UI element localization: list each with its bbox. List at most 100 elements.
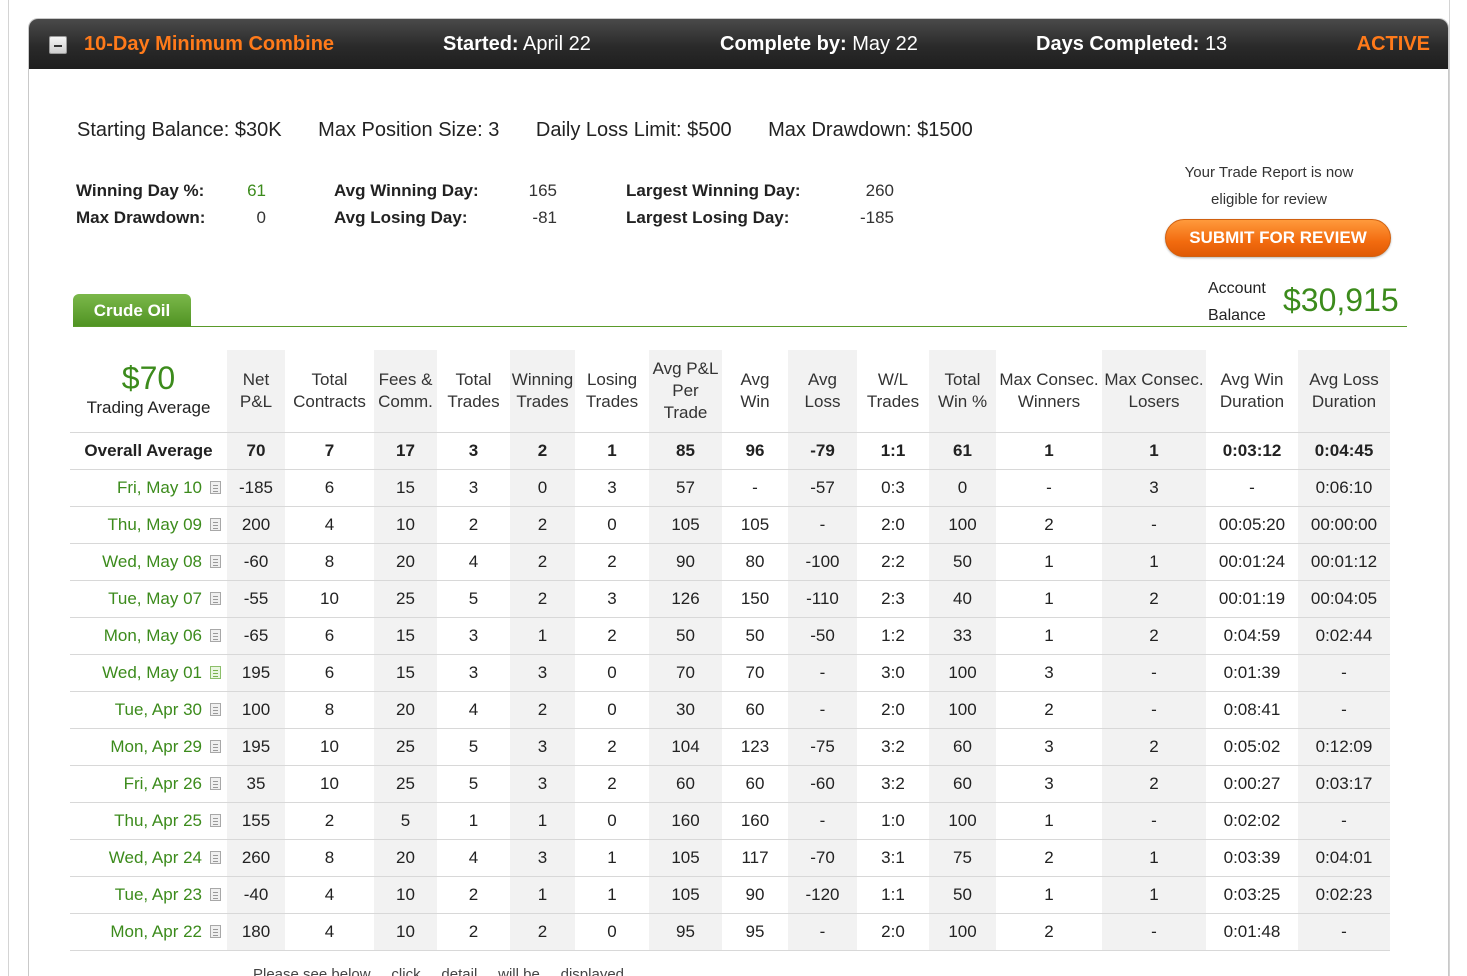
table-cell: 3 (510, 728, 575, 766)
column-header-line: Avg P&L (652, 358, 719, 378)
table-row[interactable]: Tue, May 07 -55 10 25 5 2 3 126 150 -110 2:3 40 1 2 00… (70, 580, 1390, 618)
table-cell: 35 (227, 765, 285, 803)
row-date-cell[interactable]: Tue, May 07 (70, 580, 227, 618)
report-icon[interactable] (210, 628, 221, 642)
trading-average-label: Trading Average (86, 398, 211, 417)
row-date-link[interactable]: Tue, Apr 23 (115, 885, 202, 904)
row-date-cell[interactable]: Tue, Apr 23 (70, 876, 227, 914)
table-cell: -100 (788, 543, 857, 581)
table-cell: - (788, 913, 857, 951)
report-icon[interactable] (210, 850, 221, 864)
row-date-link[interactable]: Mon, Apr 22 (110, 922, 202, 941)
column-header: Avg Loss (788, 350, 857, 432)
report-icon-green[interactable] (210, 665, 221, 679)
report-icon[interactable] (210, 554, 221, 568)
row-date-link[interactable]: Wed, May 01 (102, 663, 202, 682)
account-label-line1: Account (1208, 280, 1266, 297)
days-completed-value: 13 (1204, 33, 1228, 55)
combine-header: 10-Day Minimum Combine Started: April 22… (29, 19, 1448, 69)
table-row[interactable]: Wed, May 08 -60 8 20 4 2 2 90 80 -100 2:2 50 1 1 00:01… (70, 543, 1390, 581)
winning-day-pct-label: Winning Day %: (76, 181, 205, 200)
table-cell: -110 (788, 580, 857, 618)
table-body: Overall Average 70 7 17 3 2 1 85 96 -79 1:1 61 1 1 0:0… (70, 431, 1390, 951)
collapse-button[interactable] (49, 36, 67, 54)
row-date-link[interactable]: Wed, May 08 (102, 552, 202, 571)
daily-stats-table: $70 Trading Average Net P&L Total Contracts… (70, 350, 1390, 951)
table-cell: 0:12:09 (1298, 728, 1390, 766)
table-row[interactable]: Thu, May 09 200 4 10 2 2 0 105 105-2:0 100 2-00:05… (70, 506, 1390, 544)
report-icon[interactable] (210, 924, 221, 938)
row-date-cell[interactable]: Thu, Apr 25 (70, 802, 227, 840)
row-date-cell[interactable]: Thu, May 09 (70, 506, 227, 544)
row-date-link[interactable]: Mon, May 06 (104, 626, 202, 645)
submit-for-review-button[interactable]: SUBMIT FOR REVIEW (1165, 219, 1391, 257)
table-cell: 2 (575, 617, 649, 655)
column-header-line: W/L (877, 369, 909, 389)
table-row[interactable]: Mon, Apr 22 180 4 10 2 2 0 95 95-2:0 100 2-0:01:48… (70, 913, 1390, 951)
table-cell: 95 (722, 913, 788, 951)
row-date-link[interactable]: Fri, Apr 26 (124, 774, 202, 793)
largest-winning-day-label: Largest Winning Day: (626, 181, 801, 200)
row-date-link[interactable]: Thu, May 09 (108, 515, 203, 534)
table-row[interactable]: Tue, Apr 23 -40 4 10 2 1 1 105 90 -120 1:1 50 1 1 0:03… (70, 876, 1390, 914)
table-row[interactable]: Thu, Apr 25 155 2 5 1 1 0 160 160-1:0 100 1-0:02:0… (70, 802, 1390, 840)
table-cell: 1:2 (857, 617, 929, 655)
table-cell: 1:0 (857, 802, 929, 840)
column-header-line: Total (311, 369, 348, 389)
table-cell: 10 (285, 580, 374, 618)
report-icon[interactable] (210, 887, 221, 901)
row-date-link[interactable]: Wed, Apr 24 (109, 848, 202, 867)
overall-average-row: Overall Average 70 7 17 3 2 1 85 96 -79 1:1 61 1 1 0:0… (70, 431, 1390, 470)
report-icon[interactable] (210, 517, 221, 531)
table-cell: 100 (929, 506, 996, 544)
table-cell: 2 (996, 913, 1102, 951)
table-row[interactable]: Wed, Apr 24 260 8 20 4 3 1 105 117 -70 3:1 75 2 1 0:03… (70, 839, 1390, 877)
table-cell: 0:02:23 (1298, 876, 1390, 914)
table-cell: 1 (1102, 876, 1206, 914)
table-row[interactable]: Mon, May 06 -65 6 15 3 1 2 50 50 -50 1:2 33 1 2 0:04:5… (70, 617, 1390, 655)
table-cell: 50 (929, 876, 996, 914)
row-date-cell[interactable]: Fri, Apr 26 (70, 765, 227, 803)
row-date-link[interactable]: Fri, May 10 (117, 478, 202, 497)
column-header: Avg Loss Duration (1298, 350, 1390, 432)
table-cell: 1 (996, 543, 1102, 581)
row-date-link[interactable]: Thu, Apr 25 (114, 811, 202, 830)
table-cell: 3:2 (857, 765, 929, 803)
report-icon[interactable] (210, 702, 221, 716)
report-icon[interactable] (210, 591, 221, 605)
row-date-cell[interactable]: Wed, Apr 24 (70, 839, 227, 877)
table-cell: 5 (374, 802, 437, 840)
row-date-link[interactable]: Tue, May 07 (108, 589, 202, 608)
row-date-link[interactable]: Tue, Apr 30 (115, 700, 202, 719)
row-date-link[interactable]: Mon, Apr 29 (110, 737, 202, 756)
row-date-cell[interactable]: Fri, May 10 (70, 469, 227, 507)
table-cell: 1 (996, 876, 1102, 914)
report-icon[interactable] (210, 813, 221, 827)
table-row[interactable]: Wed, May 01 195 6 15 3 3 0 70 70-3:0 100 3-0:01:39… (70, 654, 1390, 692)
report-icon[interactable] (210, 480, 221, 494)
row-date-cell[interactable]: Mon, Apr 29 (70, 728, 227, 766)
table-cell: 1 (510, 802, 575, 840)
row-date-cell[interactable]: Wed, May 01 (70, 654, 227, 692)
report-icon[interactable] (210, 776, 221, 790)
tab-crude-oil[interactable]: Crude Oil (73, 294, 191, 327)
table-cell: 90 (649, 543, 722, 581)
table-row[interactable]: Fri, May 10 -185 6 15 3 0 3 57- -57 0:3 0-3-0:06:1… (70, 469, 1390, 507)
table-cell: 6 (285, 654, 374, 692)
table-row[interactable]: Fri, Apr 26 35 10 25 5 3 2 60 60 -60 3:2 60 3 2 0:00:2… (70, 765, 1390, 803)
column-header-line: Net (242, 369, 270, 389)
row-date-cell[interactable]: Wed, May 08 (70, 543, 227, 581)
row-date-cell[interactable]: Mon, Apr 22 (70, 913, 227, 951)
table-cell: - (1102, 691, 1206, 729)
row-date-cell[interactable]: Tue, Apr 30 (70, 691, 227, 729)
table-cell: 155 (227, 802, 285, 840)
table-row[interactable]: Tue, Apr 30 100 8 20 4 2 0 30 60-2:0 100 2-0:08:41… (70, 691, 1390, 729)
table-cell: 1 (510, 617, 575, 655)
table-cell: 2 (1102, 765, 1206, 803)
row-date-cell[interactable]: Mon, May 06 (70, 617, 227, 655)
table-cell: 8 (285, 839, 374, 877)
table-cell: 4 (437, 839, 510, 877)
report-icon[interactable] (210, 739, 221, 753)
table-row[interactable]: Mon, Apr 29 195 10 25 5 3 2 104 123 -75 3:2 60 3 2 0:0… (70, 728, 1390, 766)
table-cell: - (788, 691, 857, 729)
